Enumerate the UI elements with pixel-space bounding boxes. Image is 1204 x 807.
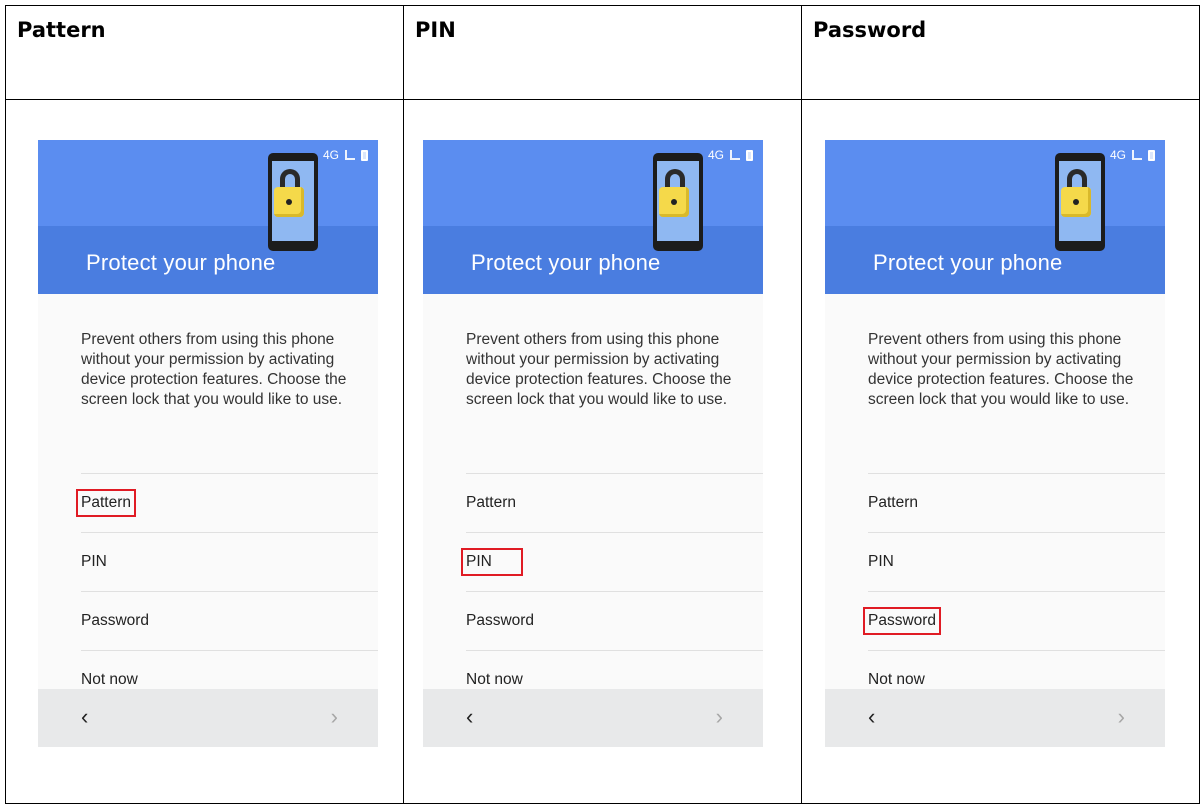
option-password[interactable]: Password: [466, 591, 763, 650]
header-row: Pattern PIN Password: [5, 5, 1200, 100]
phone-screenshot-password: 4G Protect your phone Prevent others fro…: [825, 140, 1165, 747]
lock-phone-icon: [653, 153, 703, 251]
status-bar: 4G: [323, 148, 368, 162]
network-label: 4G: [322, 148, 339, 162]
lock-options-list: Pattern PIN Password Not now: [461, 473, 763, 709]
option-label: Pattern: [76, 489, 136, 517]
option-label: Password: [81, 612, 150, 629]
back-arrow-icon[interactable]: ‹: [868, 704, 875, 730]
option-pattern[interactable]: Pattern: [76, 473, 378, 532]
nav-bar: ‹ ›: [825, 689, 1165, 747]
option-label: PIN: [81, 553, 107, 570]
back-arrow-icon[interactable]: ‹: [81, 704, 88, 730]
battery-icon: [361, 149, 368, 161]
option-label: Not now: [868, 671, 925, 688]
status-bar: 4G: [708, 148, 753, 162]
option-pattern[interactable]: Pattern: [466, 473, 763, 532]
forward-arrow-icon[interactable]: ›: [716, 704, 723, 730]
nav-bar: ‹ ›: [423, 689, 763, 747]
option-label: Password: [862, 607, 942, 635]
lock-options-list: Pattern PIN Password Not now: [76, 473, 378, 709]
phone-description: Prevent others from using this phone wit…: [466, 331, 732, 408]
status-bar: 4G: [1110, 148, 1155, 162]
back-arrow-icon[interactable]: ‹: [466, 704, 473, 730]
column-heading: PIN: [415, 18, 456, 42]
lock-options-list: Pattern PIN Password Not now: [862, 473, 1165, 709]
phone-description: Prevent others from using this phone wit…: [81, 331, 347, 408]
phone-title: Protect your phone: [86, 250, 276, 275]
column-heading: Pattern: [17, 18, 106, 42]
phone-title: Protect your phone: [471, 250, 661, 275]
phone-screenshot-pattern: 4G Protect your phone Prevent others fro…: [38, 140, 378, 747]
header-cell-password: Password: [801, 5, 1200, 100]
option-pin[interactable]: PIN: [868, 532, 1165, 591]
battery-icon: [1148, 149, 1155, 161]
phone-header: 4G Protect your phone: [825, 140, 1165, 294]
option-label: Not now: [81, 671, 138, 688]
lock-phone-icon: [1055, 153, 1105, 251]
option-password[interactable]: Password: [862, 591, 1165, 650]
signal-icon: [730, 150, 740, 160]
option-label: Pattern: [466, 494, 516, 511]
option-pin[interactable]: PIN: [81, 532, 378, 591]
signal-icon: [1132, 150, 1142, 160]
option-password[interactable]: Password: [81, 591, 378, 650]
option-label: Password: [466, 612, 535, 629]
phone-screenshot-pin: 4G Protect your phone Prevent others fro…: [423, 140, 763, 747]
option-label: Pattern: [868, 494, 918, 511]
forward-arrow-icon[interactable]: ›: [331, 704, 338, 730]
nav-bar: ‹ ›: [38, 689, 378, 747]
header-cell-pin: PIN: [403, 5, 802, 100]
network-label: 4G: [707, 148, 724, 162]
option-pin[interactable]: PIN: [461, 532, 763, 591]
phone-header: 4G Protect your phone: [38, 140, 378, 294]
option-label: PIN: [868, 553, 894, 570]
lock-phone-icon: [268, 153, 318, 251]
option-pattern[interactable]: Pattern: [868, 473, 1165, 532]
network-label: 4G: [1109, 148, 1126, 162]
column-heading: Password: [813, 18, 927, 42]
signal-icon: [345, 150, 355, 160]
option-label: Not now: [466, 671, 523, 688]
phone-header: 4G Protect your phone: [423, 140, 763, 294]
option-label: PIN: [461, 548, 523, 576]
phone-title: Protect your phone: [873, 250, 1063, 275]
header-cell-pattern: Pattern: [5, 5, 404, 100]
battery-icon: [746, 149, 753, 161]
forward-arrow-icon[interactable]: ›: [1118, 704, 1125, 730]
phone-description: Prevent others from using this phone wit…: [868, 331, 1134, 408]
